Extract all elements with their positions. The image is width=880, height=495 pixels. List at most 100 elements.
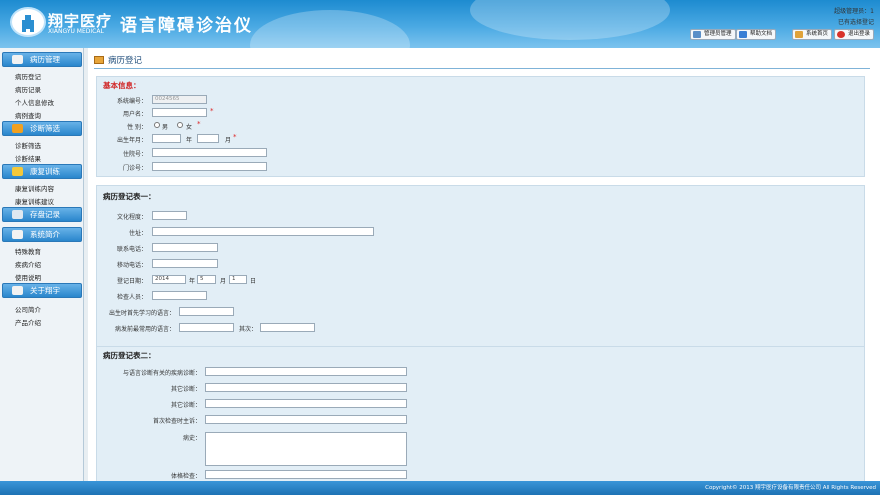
address-label: 住址： <box>128 230 147 237</box>
form2-title: 病历登记表二： <box>103 351 156 360</box>
save-record-icon <box>12 210 23 219</box>
required-mark: * <box>233 133 237 141</box>
form2-panel: 病历登记表二： 与语言诊断有关的疾病诊断： 其它诊断： 其它诊断： 首次检查时主… <box>96 346 865 486</box>
system-icon <box>12 230 23 239</box>
edit-icon <box>94 56 104 64</box>
sidebar-item-register[interactable]: 病历登记 <box>15 71 41 81</box>
sidebar-section-saved[interactable]: 存盘记录 <box>2 207 82 222</box>
user-info: 超级管理员：1 <box>834 8 874 15</box>
store-link[interactable]: 已有选择登记 <box>838 17 874 26</box>
username-input[interactable] <box>152 108 207 117</box>
other-diag2-input[interactable] <box>205 399 407 408</box>
title-divider <box>94 68 870 69</box>
training-icon <box>12 167 23 176</box>
sidebar-section-training[interactable]: 康复训练 <box>2 164 82 179</box>
sidebar-item-special-edu[interactable]: 特殊教育 <box>15 246 41 256</box>
month-label: 月 <box>225 137 232 144</box>
sidebar-item-company[interactable]: 公司简介 <box>15 304 41 314</box>
gender-label: 性 别： <box>127 124 147 131</box>
sidebar-item-training-advice[interactable]: 康复训练建议 <box>15 196 54 206</box>
regdate-year-input[interactable]: 2014 <box>152 275 186 284</box>
month-label: 月 <box>220 278 227 285</box>
basic-info-title: 基本信息： <box>103 81 141 90</box>
outpatient-input[interactable] <box>152 162 267 171</box>
page-title: 病历登记 <box>108 56 143 66</box>
about-icon <box>12 286 23 295</box>
footer: Copyright© 2013 翔宇医疗设备有限责任公司 All Rights … <box>0 481 880 495</box>
history-textarea[interactable] <box>205 432 407 466</box>
sidebar-item-record-list[interactable]: 病历记录 <box>15 84 41 94</box>
history-label: 病史： <box>182 435 201 442</box>
mobile-label: 移动电话： <box>116 262 147 269</box>
sidebar-item-manual[interactable]: 使用说明 <box>15 272 41 282</box>
gender-female-radio[interactable] <box>177 122 183 128</box>
sidebar-item-disease-intro[interactable]: 疾病介绍 <box>15 259 41 269</box>
sidebar-item-training-content[interactable]: 康复训练内容 <box>15 183 54 193</box>
regdate-day-input[interactable]: 1 <box>229 275 247 284</box>
logo-icon <box>10 7 46 37</box>
required-mark: * <box>197 120 201 128</box>
screening-icon <box>12 124 23 133</box>
outpatient-label: 门诊号： <box>122 165 147 172</box>
examiner-input[interactable] <box>152 291 207 300</box>
sidebar-item-results[interactable]: 诊断结果 <box>15 153 41 163</box>
address-input[interactable] <box>152 227 374 236</box>
second-lang-label: 其次： <box>239 326 258 333</box>
gender-female-label: 女 <box>186 124 193 131</box>
logout-icon <box>837 31 845 38</box>
basic-info-panel: 基本信息： 系统编号： 0024565 用户名： * 性 别： 男 女 * 出生… <box>96 76 865 177</box>
product-title: 语言障碍诊治仪 <box>120 16 253 36</box>
examiner-label: 检查人员： <box>116 294 147 301</box>
physical-input[interactable] <box>205 470 407 479</box>
cloud-decoration <box>470 0 670 40</box>
sidebar-section-screening[interactable]: 诊断筛选 <box>2 121 82 136</box>
complaint-input[interactable] <box>205 415 407 424</box>
firstlang-input[interactable] <box>179 307 234 316</box>
firstlang-label: 出生时首先学习的语言： <box>108 310 175 317</box>
education-label: 文化程度： <box>116 214 147 221</box>
brand-name-en: XIANGYU MEDICAL <box>48 28 104 35</box>
sidebar-section-records[interactable]: 病历管理 <box>2 52 82 67</box>
sidebar-section-about[interactable]: 关于翔宇 <box>2 283 82 298</box>
help-button[interactable]: 帮助文档 <box>736 29 777 40</box>
sidebar: 病历管理 病历登记 病历记录 个人信息修改 病例查询 诊断筛选 诊断筛选 诊断结… <box>0 48 84 481</box>
document-icon <box>12 55 23 64</box>
gender-male-label: 男 <box>162 124 169 131</box>
app-header: 翔宇医疗 XIANGYU MEDICAL 语言障碍诊治仪 超级管理员：1 已有选… <box>0 0 880 48</box>
year-label: 年 <box>186 137 193 144</box>
help-icon <box>739 31 747 38</box>
sidebar-item-profile-edit[interactable]: 个人信息修改 <box>15 97 54 107</box>
sidebar-item-case-query[interactable]: 病例查询 <box>15 110 41 120</box>
form1-title: 病历登记表一： <box>103 192 156 201</box>
diag-input[interactable] <box>205 367 407 376</box>
regdate-month-input[interactable]: 5 <box>197 275 216 284</box>
main-content: 病历登记 基本信息： 系统编号： 0024565 用户名： * 性 别： 男 女… <box>88 48 880 486</box>
uselang-input[interactable] <box>179 323 234 332</box>
sidebar-item-screening[interactable]: 诊断筛选 <box>15 140 41 150</box>
gender-male-radio[interactable] <box>154 122 160 128</box>
inpatient-input[interactable] <box>152 148 267 157</box>
diag-label: 与语言诊断有关的疾病诊断： <box>122 370 201 377</box>
other-diag2-label: 其它诊断： <box>170 402 201 409</box>
regdate-label: 登记日期： <box>116 278 147 285</box>
education-input[interactable] <box>152 211 187 220</box>
birth-month-input[interactable] <box>197 134 219 143</box>
second-lang-input[interactable] <box>260 323 315 332</box>
sidebar-item-product[interactable]: 产品介绍 <box>15 317 41 327</box>
contact-label: 联系电话： <box>116 246 147 253</box>
physical-label: 体格检查： <box>170 473 201 480</box>
home-button[interactable]: 系统首页 <box>792 29 833 40</box>
home-icon <box>795 31 803 38</box>
sysno-field: 0024565 <box>152 95 207 104</box>
birth-label: 出生年月： <box>116 137 147 144</box>
admin-icon <box>693 31 701 38</box>
birth-year-input[interactable] <box>152 134 181 143</box>
required-mark: * <box>210 107 214 115</box>
contact-input[interactable] <box>152 243 218 252</box>
admin-manage-button[interactable]: 管理员管理 <box>690 29 736 40</box>
mobile-input[interactable] <box>152 259 218 268</box>
inpatient-label: 住院号： <box>122 151 147 158</box>
logout-button[interactable]: 退出登录 <box>834 29 875 40</box>
other-diag1-input[interactable] <box>205 383 407 392</box>
sidebar-section-system[interactable]: 系统简介 <box>2 227 82 242</box>
